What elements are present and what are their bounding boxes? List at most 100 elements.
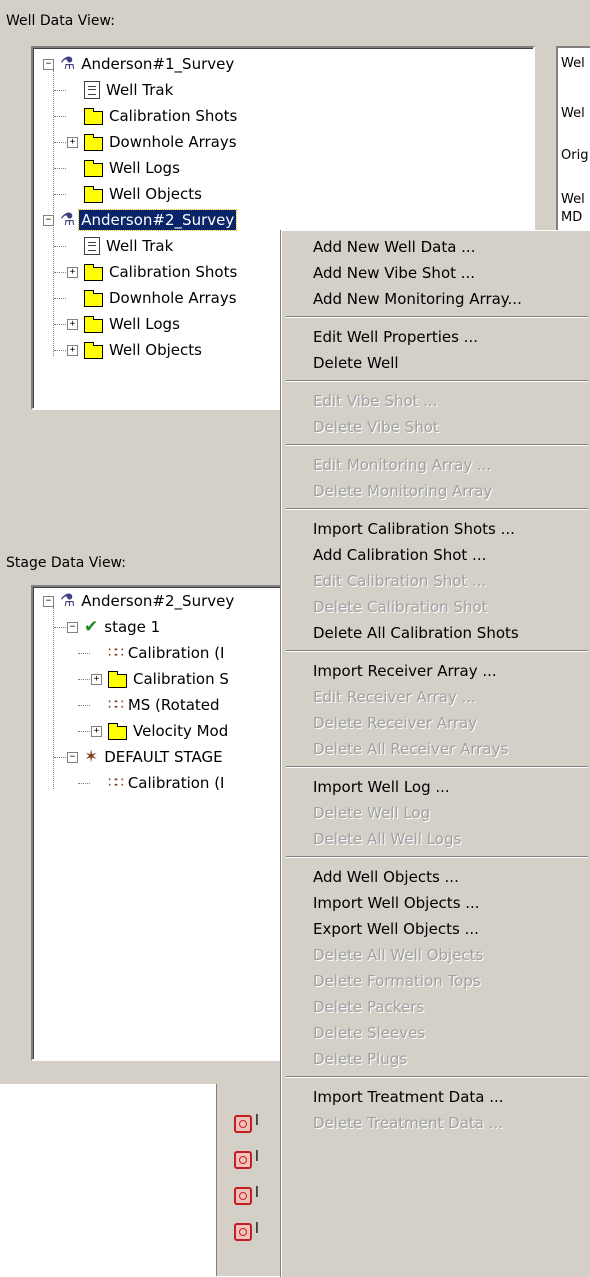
tree-node[interactable]: − ⚗ Anderson#2_Survey: [43, 589, 236, 613]
tree-connector: [53, 607, 54, 789]
menu-item: Delete Monitoring Array: [313, 482, 493, 500]
menu-item[interactable]: Add Calibration Shot ...: [313, 542, 486, 568]
tree-node[interactable]: + Well Objects: [67, 338, 204, 362]
menu-item[interactable]: Add New Well Data ...: [313, 234, 475, 260]
menu-item[interactable]: Import Receiver Array ...: [313, 658, 497, 684]
tree-node-label: Well Logs: [109, 315, 180, 333]
menu-item: Delete Plugs: [313, 1050, 408, 1068]
tree-connector: [54, 116, 66, 117]
log-item-label: l: [255, 1149, 259, 1165]
tree-node[interactable]: Well Objects: [67, 182, 204, 206]
menu-separator: [286, 380, 588, 382]
well-data-view-label: Well Data View:: [6, 13, 115, 29]
rig-icon: ⚗: [60, 210, 76, 230]
tree-node[interactable]: Well Trak: [67, 234, 175, 258]
tree-node[interactable]: − ✔ stage 1: [67, 615, 162, 639]
tree-node-label: Well Objects: [109, 185, 202, 203]
tree-node[interactable]: + Calibration Shots: [67, 260, 239, 284]
tree-node-label: Anderson#1_Survey: [81, 55, 235, 73]
tree-connector: [54, 272, 66, 273]
rig-icon: ⚗: [60, 591, 76, 611]
collapse-icon[interactable]: −: [67, 751, 78, 763]
tree-node-label: Calibration (I: [127, 644, 225, 662]
menu-item[interactable]: Add Well Objects ...: [313, 864, 459, 890]
tree-node[interactable]: ∷∷ MS (Rotated: [91, 693, 222, 717]
collapse-icon[interactable]: −: [43, 595, 54, 607]
menu-item: Delete All Well Objects: [313, 946, 484, 964]
menu-item[interactable]: Import Well Objects ...: [313, 890, 480, 916]
tree-connector: [54, 246, 66, 247]
menu-item: Delete Treatment Data ...: [313, 1114, 504, 1132]
tree-node[interactable]: Calibration Shots: [67, 104, 239, 128]
tree-connector: [53, 70, 54, 356]
property-label: Wel: [561, 56, 585, 71]
tree-connector: [54, 142, 66, 143]
tree-connector: [54, 324, 66, 325]
expand-icon[interactable]: +: [67, 136, 78, 148]
menu-item[interactable]: Delete Well: [313, 350, 399, 376]
tree-node-label: DEFAULT STAGE: [104, 748, 223, 766]
tree-connector: [78, 679, 90, 680]
context-menu: Add New Well Data ... Add New Vibe Shot .…: [281, 230, 590, 1277]
menu-item[interactable]: Add New Vibe Shot ...: [313, 260, 475, 286]
tree-node[interactable]: + Velocity Mod: [91, 719, 230, 743]
tree-node-label: stage 1: [104, 618, 161, 636]
folder-icon: [84, 263, 103, 281]
tree-node[interactable]: ∷∷ Calibration (I: [91, 771, 227, 795]
tree-node[interactable]: − ⚗ Anderson#2_Survey: [43, 208, 238, 232]
log-item-icon: [234, 1151, 252, 1169]
document-icon: [84, 81, 100, 99]
tree-connector: [78, 731, 90, 732]
folder-icon: [84, 185, 103, 203]
menu-item[interactable]: Import Treatment Data ...: [313, 1084, 504, 1110]
menu-item[interactable]: Import Well Log ...: [313, 774, 450, 800]
tree-node[interactable]: − ✶ DEFAULT STAGE: [67, 745, 225, 769]
expand-icon[interactable]: +: [91, 673, 102, 685]
menu-item: Delete Packers: [313, 998, 425, 1016]
menu-separator: [286, 508, 588, 510]
tree-connector: [54, 298, 66, 299]
rig-icon: ⚗: [60, 54, 76, 74]
folder-icon: [108, 722, 127, 740]
expand-icon[interactable]: +: [67, 344, 78, 356]
tree-node[interactable]: + Calibration S: [91, 667, 231, 691]
menu-item: Delete All Well Logs: [313, 830, 462, 848]
tree-node[interactable]: + Well Logs: [67, 312, 182, 336]
tree-node[interactable]: Well Trak: [67, 78, 175, 102]
expand-icon[interactable]: +: [67, 266, 78, 278]
collapse-icon[interactable]: −: [67, 621, 78, 633]
expand-icon[interactable]: +: [91, 725, 102, 737]
tree-node[interactable]: − ⚗ Anderson#1_Survey: [43, 52, 236, 76]
menu-item[interactable]: Export Well Objects ...: [313, 916, 479, 942]
menu-item[interactable]: Import Calibration Shots ...: [313, 516, 515, 542]
tree-node[interactable]: Downhole Arrays: [67, 286, 239, 310]
tree-connector: [54, 350, 66, 351]
tree-node-label: Well Logs: [109, 159, 180, 177]
tree-node[interactable]: Well Logs: [67, 156, 182, 180]
property-label: Wel: [561, 106, 585, 121]
menu-item[interactable]: Edit Well Properties ...: [313, 324, 478, 350]
stage-data-view-label: Stage Data View:: [6, 555, 126, 571]
menu-item: Delete Well Log: [313, 804, 431, 822]
log-item-icon: [234, 1187, 252, 1205]
menu-item: Edit Monitoring Array ...: [313, 456, 492, 474]
stage-icon: ✶: [84, 747, 99, 767]
tree-node-label: Calibration Shots: [109, 107, 238, 125]
menu-separator: [286, 316, 588, 318]
expand-icon[interactable]: +: [67, 318, 78, 330]
menu-item: Delete Receiver Array: [313, 714, 478, 732]
log-item-label: l: [255, 1221, 259, 1237]
menu-item[interactable]: Add New Monitoring Array...: [313, 286, 522, 312]
folder-icon: [84, 107, 103, 125]
menu-item[interactable]: Delete All Calibration Shots: [313, 620, 519, 646]
property-label: MD: [561, 210, 583, 225]
tree-node-label: MS (Rotated: [127, 696, 220, 714]
tree-node[interactable]: + Downhole Arrays: [67, 130, 239, 154]
folder-icon: [84, 159, 103, 177]
tree-node[interactable]: ∷∷ Calibration (I: [91, 641, 227, 665]
tree-node-label: Downhole Arrays: [109, 133, 237, 151]
log-item-label: l: [255, 1185, 259, 1201]
tree-connector: [78, 783, 90, 784]
tree-connector: [54, 757, 66, 758]
collapse-icon[interactable]: −: [43, 58, 54, 70]
